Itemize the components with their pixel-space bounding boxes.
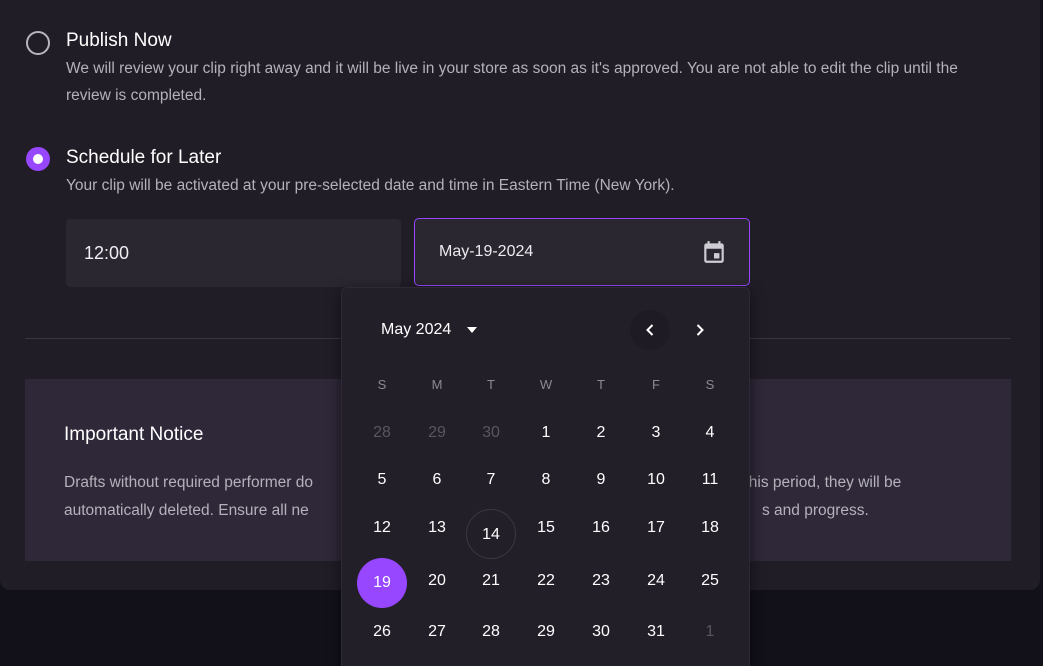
weekday-label: W [539, 377, 553, 392]
day-cell[interactable]: 30 [576, 607, 626, 657]
day-cell[interactable]: 17 [631, 503, 681, 553]
month-year-label: May 2024 [381, 321, 452, 338]
weekday-label: S [377, 377, 387, 392]
calendar-icon[interactable] [701, 239, 727, 265]
schedule-later-title: Schedule for Later [66, 147, 222, 168]
day-cell[interactable]: 8 [521, 455, 571, 505]
day-cell[interactable]: 29 [412, 408, 462, 458]
day-cell[interactable]: 9 [576, 455, 626, 505]
notice-line1-right: r this period, they will be [735, 474, 902, 491]
notice-line2-right: s and progress. [762, 502, 869, 519]
day-cell[interactable]: 23 [576, 556, 626, 606]
publish-now-title: Publish Now [66, 30, 172, 51]
day-cell[interactable]: 22 [521, 556, 571, 606]
day-cell[interactable]: 1 [521, 408, 571, 458]
chevron-left-icon [646, 324, 654, 336]
day-cell[interactable]: 30 [466, 408, 516, 458]
month-year-selector[interactable]: May 2024 [381, 321, 478, 339]
day-cell[interactable]: 24 [631, 556, 681, 606]
chevron-right-icon [696, 324, 704, 336]
schedule-later-description: Your clip will be activated at your pre-… [66, 177, 675, 194]
day-cell[interactable]: 20 [412, 556, 462, 606]
weekday-label: T [597, 377, 605, 392]
day-cell[interactable]: 15 [521, 503, 571, 553]
day-cell[interactable]: 18 [685, 503, 735, 553]
weekday-label: S [705, 377, 715, 392]
day-cell[interactable]: 7 [466, 455, 516, 505]
weekday-label: F [652, 377, 660, 392]
next-month-button[interactable] [680, 310, 720, 350]
time-input-value: 12:00 [84, 243, 130, 263]
day-cell[interactable]: 13 [412, 503, 462, 553]
day-cell[interactable]: 28 [466, 607, 516, 657]
day-cell-selected[interactable]: 19 [357, 558, 407, 608]
notice-line2-left: automatically deleted. Ensure all ne [64, 502, 309, 519]
day-cell[interactable]: 28 [357, 408, 407, 458]
notice-line1-left: Drafts without required performer do [64, 474, 313, 491]
day-cell[interactable]: 6 [412, 455, 462, 505]
day-cell-today[interactable]: 14 [466, 509, 516, 559]
date-picker-popup: May 2024 SMTWTFS 28 29 30 1 2 3 4 5 6 7 8 9 10 11 12 13… [341, 287, 750, 666]
day-cell[interactable]: 3 [631, 408, 681, 458]
day-cell[interactable]: 11 [685, 455, 735, 505]
notice-title: Important Notice [64, 424, 204, 445]
previous-month-button[interactable] [630, 310, 670, 350]
day-cell[interactable]: 31 [631, 607, 681, 657]
day-cell[interactable]: 2 [576, 408, 626, 458]
day-cell[interactable]: 5 [357, 455, 407, 505]
day-cell[interactable]: 1 [685, 607, 735, 657]
day-cell[interactable]: 27 [412, 607, 462, 657]
dropdown-caret-icon [467, 327, 478, 333]
day-cell[interactable]: 12 [357, 503, 407, 553]
weekday-label: M [431, 377, 443, 392]
day-cell[interactable]: 10 [631, 455, 681, 505]
date-input[interactable]: May-19-2024 [414, 218, 750, 286]
day-cell[interactable]: 16 [576, 503, 626, 553]
date-input-value: May-19-2024 [439, 243, 534, 260]
schedule-later-radio[interactable] [26, 147, 50, 171]
publish-now-radio[interactable] [26, 31, 50, 55]
publish-now-description: We will review your clip right away and … [66, 60, 958, 104]
day-cell[interactable]: 25 [685, 556, 735, 606]
day-cell[interactable]: 4 [685, 408, 735, 458]
day-cell[interactable]: 21 [466, 556, 516, 606]
time-input[interactable]: 12:00 [66, 219, 401, 287]
day-cell[interactable]: 26 [357, 607, 407, 657]
weekday-label: T [487, 377, 495, 392]
day-cell[interactable]: 29 [521, 607, 571, 657]
